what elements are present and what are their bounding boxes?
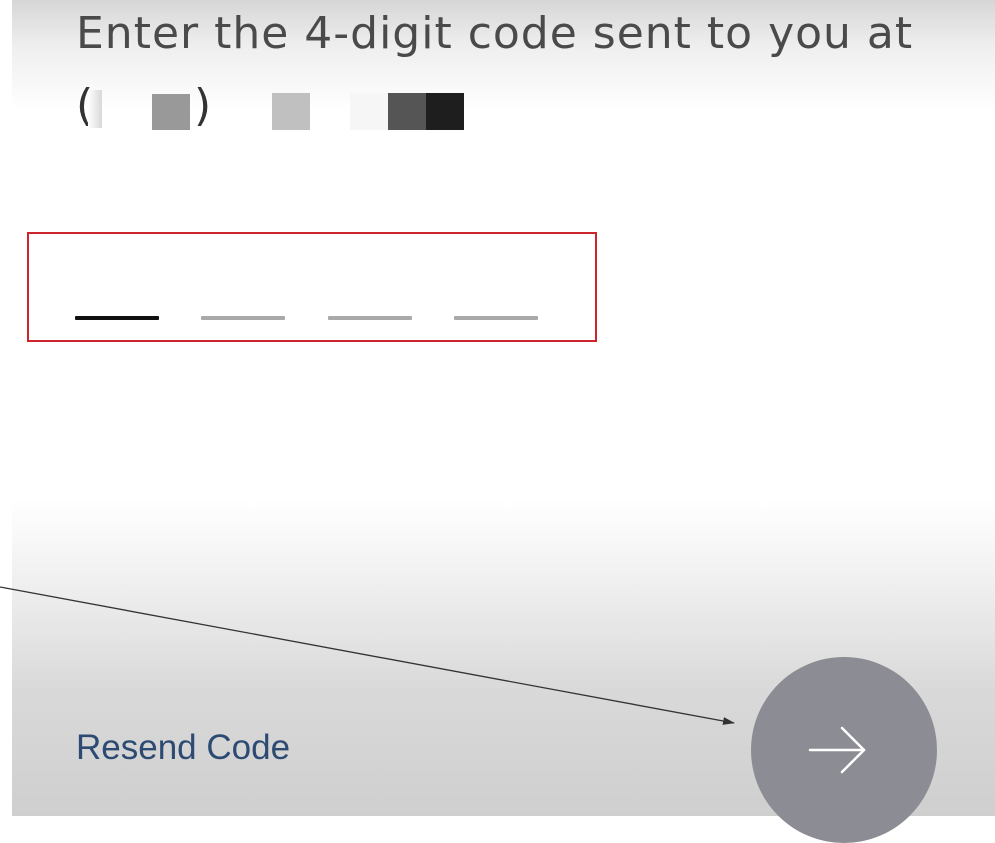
page-title: Enter the 4-digit code sent to you at [76, 8, 914, 59]
code-input[interactable] [27, 232, 597, 342]
redaction-block [350, 93, 388, 130]
redaction-block [152, 94, 190, 130]
redaction-block [388, 93, 426, 130]
arrow-right-icon [808, 726, 866, 774]
masked-phone-number: ( ) [76, 78, 476, 138]
resend-code-link[interactable]: Resend Code [76, 726, 290, 770]
redaction-block [272, 93, 310, 130]
digit-slot-3[interactable] [328, 316, 412, 320]
redaction-block [426, 93, 464, 130]
verification-screen: Enter the 4-digit code sent to you at ( … [12, 0, 995, 843]
digit-slot-4[interactable] [454, 316, 538, 320]
digit-slot-2[interactable] [201, 316, 285, 320]
phone-close-paren: ) [194, 80, 212, 131]
next-button[interactable] [751, 657, 937, 843]
digit-slot-1[interactable] [75, 316, 159, 320]
redaction-block [88, 90, 102, 128]
